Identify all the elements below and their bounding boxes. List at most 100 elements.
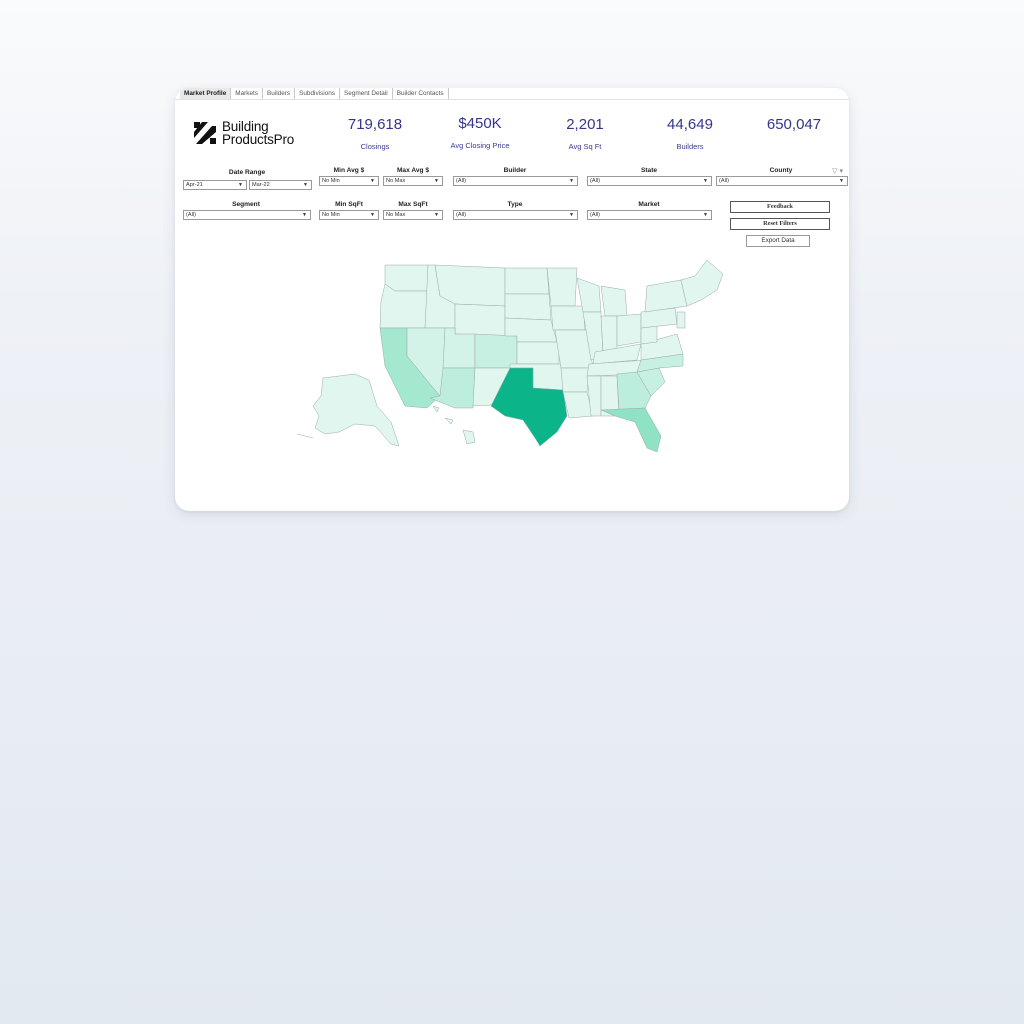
select-value: Apr-21 [186,182,203,188]
select-value: (All) [719,178,729,184]
max-sqft-label: Max SqFt [398,201,428,208]
max-avg-select[interactable]: No Max ▼ [383,176,443,186]
chevron-down-icon: ▼ [569,178,574,184]
logo-mark-icon [194,122,216,144]
state-utah[interactable] [442,327,476,369]
select-value: (All) [186,212,196,218]
filter-icon[interactable]: ▽ [832,168,837,175]
market-select[interactable]: (All) ▼ [587,210,712,220]
kpi-value: 2,201 [566,116,604,133]
kpi-label: Closings [360,142,390,151]
chevron-down-icon: ▼ [434,212,439,218]
min-sqft-select[interactable]: No Min ▼ [319,210,379,220]
state-colorado[interactable] [474,333,518,369]
map-states[interactable] [379,259,724,453]
kpi-total: 650,047 [744,116,844,142]
state-new-york[interactable] [644,279,688,313]
tab-bar: Market Profile Markets Builders Subdivis… [180,88,449,99]
chevron-down-icon: ▼ [302,212,307,218]
state-west-virginia[interactable] [640,325,658,345]
logo-text: Building ProductsPro [222,120,295,147]
chevron-down-icon: ▼ [370,212,375,218]
kpi-value: 719,618 [347,116,403,133]
segment-select[interactable]: (All) ▼ [183,210,311,220]
kpi-label: Avg Closing Price [450,141,510,150]
tab-market-profile[interactable]: Market Profile [180,88,232,99]
min-avg-label: Min Avg $ [333,167,365,174]
chevron-down-icon: ▼ [238,182,243,188]
select-value: (All) [590,178,600,184]
kpi-value: 44,649 [667,116,713,133]
kpi-value: $450K [458,115,502,132]
alaska-aleutians [296,433,314,439]
state-washington[interactable] [384,264,429,292]
date-range-label: Date Range [228,169,266,176]
min-avg-select[interactable]: No Min ▼ [319,176,379,186]
county-select[interactable]: (All) ▼ [716,176,848,186]
state-ohio[interactable] [616,313,642,347]
reset-filters-button[interactable]: Reset Filters [730,218,830,230]
state-select[interactable]: (All) ▼ [587,176,712,186]
state-north-dakota[interactable] [504,267,550,295]
state-kansas[interactable] [516,341,560,365]
chevron-down-icon: ▼ [569,212,574,218]
select-value: No Min [322,178,340,184]
chevron-down-icon: ▼ [434,178,439,184]
chevron-down-icon: ▼ [370,178,375,184]
select-value: No Max [386,212,406,218]
select-value: (All) [456,178,466,184]
chevron-down-icon: ▼ [839,178,844,184]
kpi-closings: 719,618 Closings [325,116,425,151]
select-value: (All) [590,212,600,218]
kpi-label: Avg Sq Ft [568,142,602,151]
us-state-map[interactable] [295,256,745,466]
max-avg-label: Max Avg $ [396,167,430,174]
feedback-button[interactable]: Feedback [730,201,830,213]
state-hawaii[interactable] [432,405,476,445]
builder-select[interactable]: (All) ▼ [453,176,578,186]
county-label: County [769,167,793,174]
state-indiana[interactable] [600,315,618,353]
market-label: Market [638,201,660,208]
min-sqft-label: Min SqFt [335,201,363,208]
brand-logo: Building ProductsPro [193,120,294,146]
state-label: State [640,167,658,174]
export-data-button[interactable]: Export Data [746,235,810,247]
filter-controls[interactable]: ▽ ▾ [832,167,843,175]
chevron-down-icon: ▼ [703,178,708,184]
state-south-dakota[interactable] [504,293,552,321]
tab-subdivisions[interactable]: Subdivisions [295,88,340,99]
state-new-england[interactable] [680,259,724,307]
state-new-jersey[interactable] [676,311,686,329]
builder-label: Builder [503,167,527,174]
state-arkansas[interactable] [560,367,590,393]
kpi-avg-sq-ft: 2,201 Avg Sq Ft [535,116,635,151]
kpi-label: Builders [676,142,704,151]
tab-builder-contacts[interactable]: Builder Contacts [393,88,449,99]
dashboard-card: Market Profile Markets Builders Subdivis… [175,88,849,511]
select-value: (All) [456,212,466,218]
date-to-select[interactable]: Mar-22 ▼ [249,180,312,190]
state-michigan[interactable] [600,285,628,317]
tab-divider [175,99,849,100]
max-sqft-select[interactable]: No Max ▼ [383,210,443,220]
chevron-down-icon[interactable]: ▾ [839,168,843,175]
state-louisiana[interactable] [562,391,594,419]
logo-line-2: ProductsPro [222,132,295,147]
state-iowa[interactable] [550,305,586,331]
chevron-down-icon: ▼ [703,212,708,218]
select-value: Mar-22 [252,182,270,188]
type-select[interactable]: (All) ▼ [453,210,578,220]
kpi-avg-closing-price: $450K Avg Closing Price [430,115,530,150]
kpi-builders: 44,649 Builders [640,116,740,151]
state-minnesota[interactable] [546,267,578,307]
chevron-down-icon: ▼ [303,182,308,188]
select-value: No Min [322,212,340,218]
type-label: Type [507,201,523,208]
date-from-select[interactable]: Apr-21 ▼ [183,180,247,190]
tab-markets[interactable]: Markets [231,88,263,99]
tab-builders[interactable]: Builders [263,88,296,99]
tab-segment-detail[interactable]: Segment Detail [340,88,393,99]
state-alaska[interactable] [312,373,400,447]
state-wyoming[interactable] [454,303,506,337]
